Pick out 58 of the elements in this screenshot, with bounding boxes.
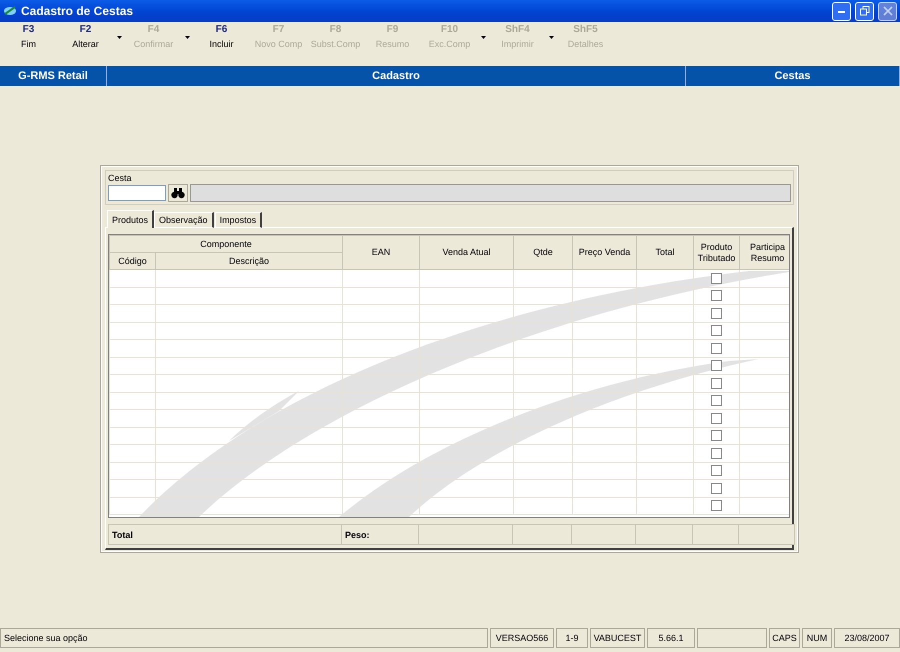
caret-icon[interactable] — [182, 34, 193, 40]
column-header: Produto Tributado — [694, 236, 740, 270]
column-header: Preço Venda — [572, 236, 637, 270]
minimize-icon — [838, 10, 845, 12]
checkbox[interactable] — [711, 430, 722, 442]
column-header: Componente — [110, 236, 343, 252]
column-header: Total — [636, 236, 694, 270]
status-field: VABUCEST — [590, 628, 645, 648]
column-header: Código — [110, 252, 156, 270]
tab[interactable]: Impostos — [214, 212, 262, 228]
search-button[interactable] — [168, 184, 188, 202]
checkbox[interactable] — [711, 412, 722, 424]
checkbox[interactable] — [711, 395, 722, 406]
checkbox[interactable] — [711, 482, 722, 494]
header-label: Cestas — [686, 66, 900, 86]
toolbar-button[interactable]: F6 Incluir — [193, 24, 250, 64]
header-label: G-RMS Retail — [0, 66, 107, 86]
status-field: 5.66.1 — [647, 628, 695, 648]
cesta-input-field[interactable] — [108, 185, 166, 201]
column-header: Participa Resumo — [740, 236, 789, 270]
column-header: Descrição — [156, 252, 343, 270]
status-field: 23/08/2007 — [834, 628, 900, 648]
caret-icon[interactable] — [546, 34, 557, 40]
checkbox[interactable] — [711, 500, 722, 512]
header-label: Cadastro — [107, 66, 686, 86]
close-icon — [882, 6, 892, 16]
checkbox[interactable] — [711, 465, 722, 476]
column-header: Qtde — [514, 236, 573, 270]
checkbox[interactable] — [711, 448, 722, 459]
toolbar-button[interactable]: F3 Fim — [0, 24, 57, 64]
tab[interactable]: Observação — [154, 212, 214, 228]
checkbox[interactable] — [711, 308, 722, 319]
status-field — [697, 628, 767, 648]
column-header: Venda Atual — [420, 236, 514, 270]
restore-button[interactable] — [855, 2, 874, 20]
minimize-button[interactable] — [832, 2, 851, 20]
checkbox[interactable] — [711, 325, 722, 336]
checkbox[interactable] — [711, 290, 722, 302]
checkbox[interactable] — [711, 272, 722, 284]
checkbox[interactable] — [711, 378, 722, 389]
weight-label: Peso: — [345, 530, 370, 540]
status-field: CAPS — [769, 628, 800, 648]
app-icon — [3, 4, 17, 18]
status-field: VERSAO566 — [490, 628, 554, 648]
status-message: Selecione sua opção — [0, 628, 488, 648]
caret-icon[interactable] — [478, 34, 489, 40]
checkbox[interactable] — [711, 360, 722, 372]
total-label: Total — [112, 530, 133, 540]
window-title: Cadastro de Cestas — [21, 4, 134, 18]
status-field: NUM — [802, 628, 832, 648]
field-label: Cesta — [108, 173, 133, 183]
toolbar-button[interactable]: F2 Alterar — [57, 24, 114, 64]
column-header: EAN — [342, 236, 420, 270]
caret-icon[interactable] — [114, 34, 125, 40]
status-field: 1-9 — [556, 628, 588, 648]
restore-icon — [860, 6, 870, 16]
checkbox[interactable] — [711, 342, 722, 354]
tab[interactable]: Produtos — [107, 210, 154, 228]
